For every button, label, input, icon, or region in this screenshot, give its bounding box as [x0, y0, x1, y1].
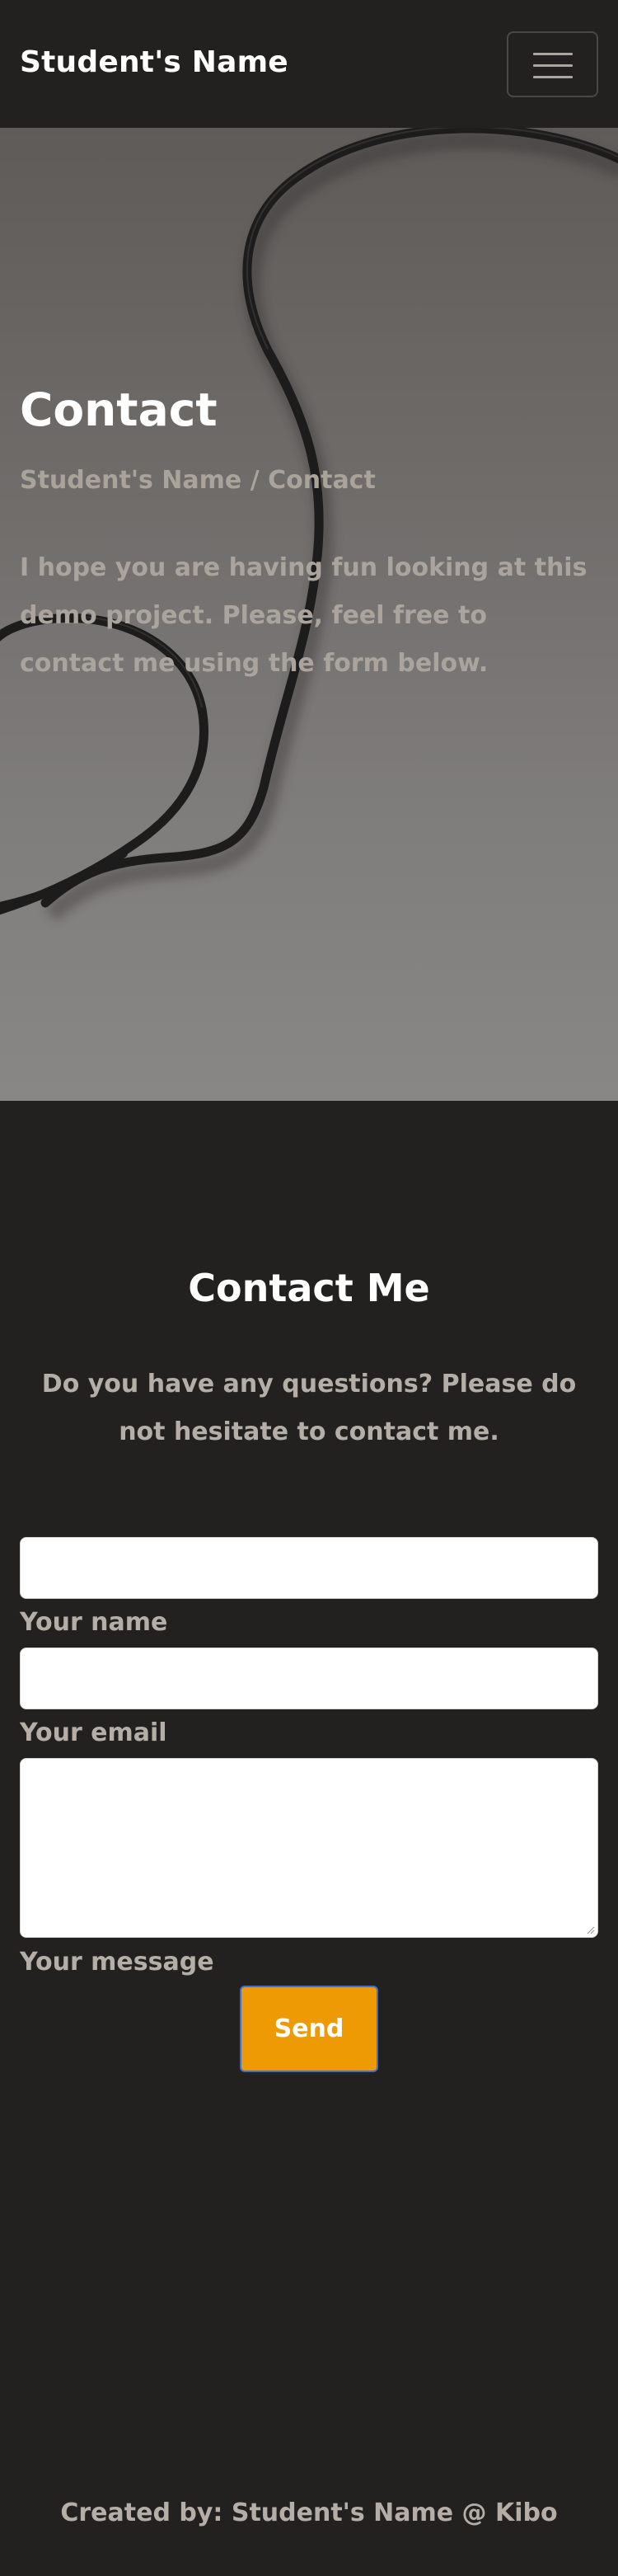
name-input[interactable]	[21, 1538, 597, 1598]
page-title: Contact	[20, 383, 218, 436]
contact-title: Contact Me	[188, 1266, 430, 1310]
footer-credits: Created by: Student's Name @ Kibo	[60, 2498, 558, 2527]
hamburger-menu-icon	[533, 53, 573, 79]
send-button[interactable]: Send	[240, 1986, 378, 2072]
brand-link[interactable]: Student's Name	[20, 45, 288, 79]
hero-intro-text: I hope you are having fun looking at thi…	[20, 553, 588, 678]
email-field-wrapper	[20, 1648, 598, 1709]
name-label: Your name	[20, 1608, 168, 1637]
message-label: Your message	[20, 1948, 214, 1977]
navbar-toggle-button[interactable]	[507, 31, 598, 97]
hero-section: Contact Student's Name / Contact I hope …	[0, 128, 618, 1101]
email-input[interactable]	[21, 1648, 597, 1709]
contact-subtitle: Do you have any questions? Please do not…	[41, 1370, 577, 1446]
name-field-wrapper	[20, 1537, 598, 1599]
email-label: Your email	[20, 1718, 167, 1747]
message-field-wrapper	[20, 1758, 598, 1938]
breadcrumb: Student's Name / Contact	[20, 466, 376, 495]
resize-grip-icon[interactable]	[585, 1925, 595, 1934]
navbar: Student's Name	[0, 0, 618, 128]
message-textarea[interactable]	[21, 1759, 597, 1937]
